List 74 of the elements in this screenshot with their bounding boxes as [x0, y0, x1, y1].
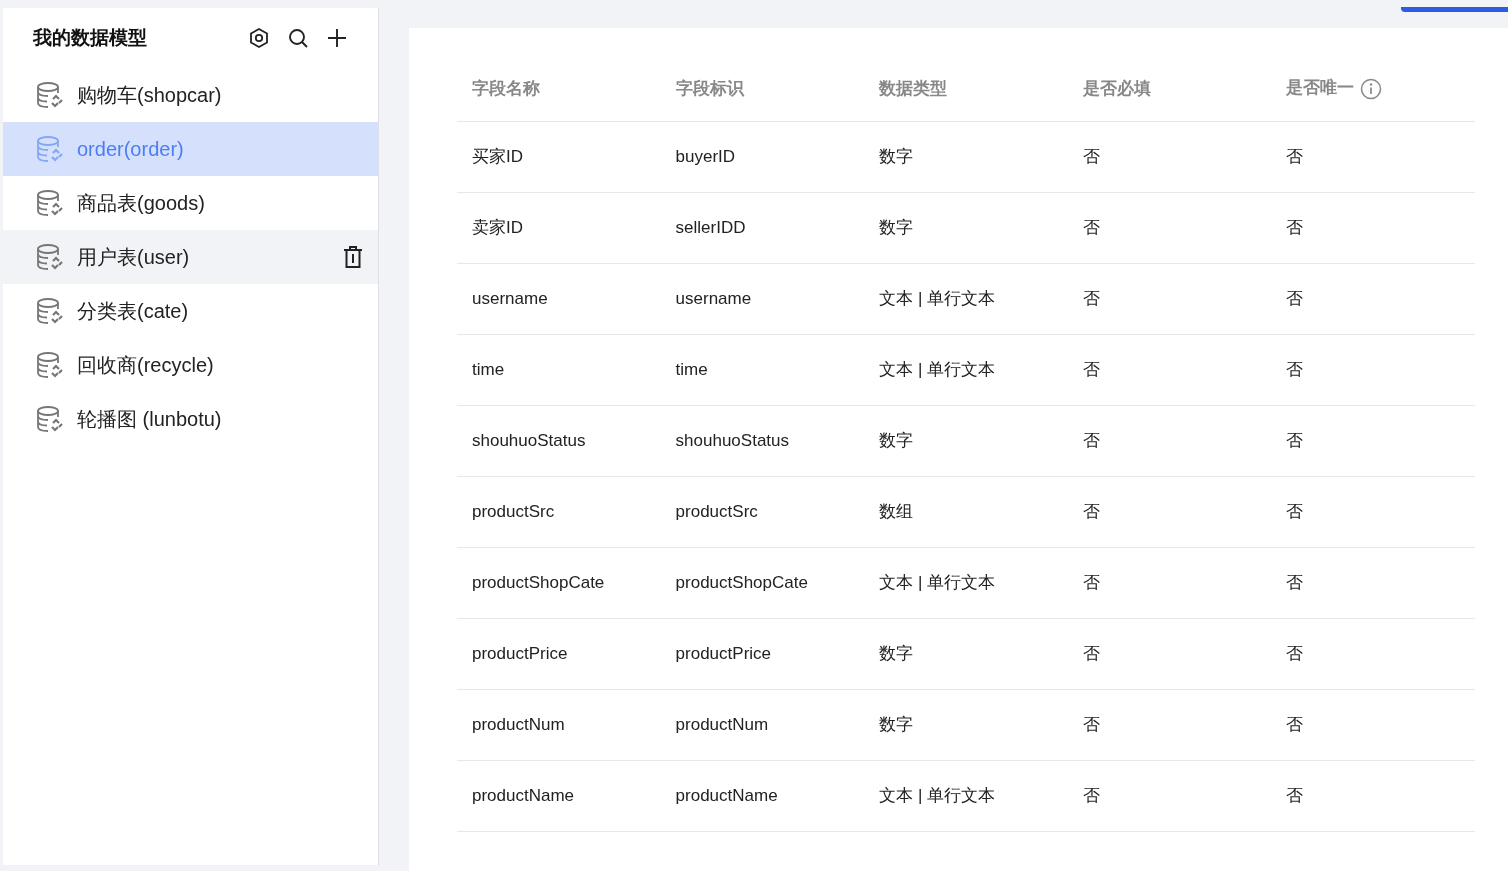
database-icon [35, 404, 65, 434]
table-cell: productName [457, 760, 661, 831]
database-icon [35, 350, 65, 380]
sidebar-item[interactable]: 购物车(shopcar) [3, 68, 378, 122]
database-icon [35, 296, 65, 326]
table-cell: productPrice [457, 618, 661, 689]
sidebar-item[interactable]: 回收商(recycle) [3, 338, 378, 392]
sidebar-title: 我的数据模型 [33, 25, 148, 50]
database-icon [35, 134, 65, 164]
table-cell: time [660, 334, 865, 405]
table-cell: 买家ID [457, 121, 661, 192]
column-header: 字段名称 [457, 56, 661, 121]
table-cell: 否 [1271, 547, 1475, 618]
table-cell: buyerID [660, 121, 865, 192]
table-cell: 否 [1271, 192, 1475, 263]
table-cell: 否 [1271, 689, 1475, 760]
table-cell: shouhuoStatus [457, 405, 661, 476]
table-cell: productShopCate [660, 547, 865, 618]
table-cell: 否 [1067, 263, 1272, 334]
table-cell: time [457, 334, 661, 405]
table-cell: username [660, 263, 865, 334]
table-cell: productPrice [660, 618, 865, 689]
table-cell: 数字 [864, 121, 1068, 192]
table-cell: 否 [1067, 760, 1272, 831]
table-cell: productNum [457, 689, 661, 760]
table-cell: 数字 [864, 689, 1068, 760]
trash-icon[interactable] [342, 245, 364, 269]
column-header: 是否必填 [1067, 56, 1272, 121]
table-cell: 否 [1067, 192, 1272, 263]
table-cell: productSrc [660, 476, 865, 547]
table-cell: productSrc [457, 476, 661, 547]
table-cell: 卖家ID [457, 192, 661, 263]
sidebar-item[interactable]: 商品表(goods) [3, 176, 378, 230]
info-icon[interactable] [1360, 78, 1383, 101]
search-icon[interactable] [287, 27, 309, 49]
column-header: 字段标识 [660, 56, 865, 121]
table-cell: shouhuoStatus [660, 405, 865, 476]
table-cell: username [457, 263, 661, 334]
table-cell: 否 [1067, 334, 1272, 405]
table-cell: 否 [1271, 760, 1475, 831]
database-icon [35, 188, 65, 218]
table-cell: 否 [1271, 618, 1475, 689]
table-cell: 否 [1271, 405, 1475, 476]
table-cell: 否 [1271, 334, 1475, 405]
table-cell: productShopCate [457, 547, 661, 618]
table-cell: productNum [660, 689, 865, 760]
sidebar-item[interactable]: 用户表(user) [3, 230, 378, 284]
table-cell: 否 [1067, 689, 1272, 760]
table-cell: 文本 | 单行文本 [864, 334, 1068, 405]
table-cell: 数字 [864, 192, 1068, 263]
table-cell: 否 [1271, 121, 1475, 192]
table-cell: 否 [1271, 263, 1475, 334]
table-cell: productName [660, 760, 865, 831]
table-cell: 文本 | 单行文本 [864, 547, 1068, 618]
column-header: 是否唯一 [1271, 56, 1475, 121]
table-cell: 数字 [864, 618, 1068, 689]
table-cell: 否 [1271, 476, 1475, 547]
sidebar-item[interactable]: 分类表(cate) [3, 284, 378, 338]
table-cell: 文本 | 单行文本 [864, 760, 1068, 831]
add-icon[interactable] [326, 27, 348, 49]
column-header: 数据类型 [864, 56, 1068, 121]
table-cell: 数组 [864, 476, 1068, 547]
table-cell: 否 [1067, 547, 1272, 618]
table-cell: sellerIDD [660, 192, 865, 263]
table-cell: 否 [1067, 405, 1272, 476]
table-cell: 数字 [864, 405, 1068, 476]
settings-icon[interactable] [248, 27, 270, 49]
table-cell: 否 [1067, 121, 1272, 192]
table-cell: 否 [1067, 618, 1272, 689]
database-icon [35, 80, 65, 110]
table-cell: 文本 | 单行文本 [864, 263, 1068, 334]
database-icon [35, 242, 65, 272]
table-cell: 否 [1067, 476, 1272, 547]
sidebar-item[interactable]: 轮播图 (lunbotu) [3, 392, 378, 446]
